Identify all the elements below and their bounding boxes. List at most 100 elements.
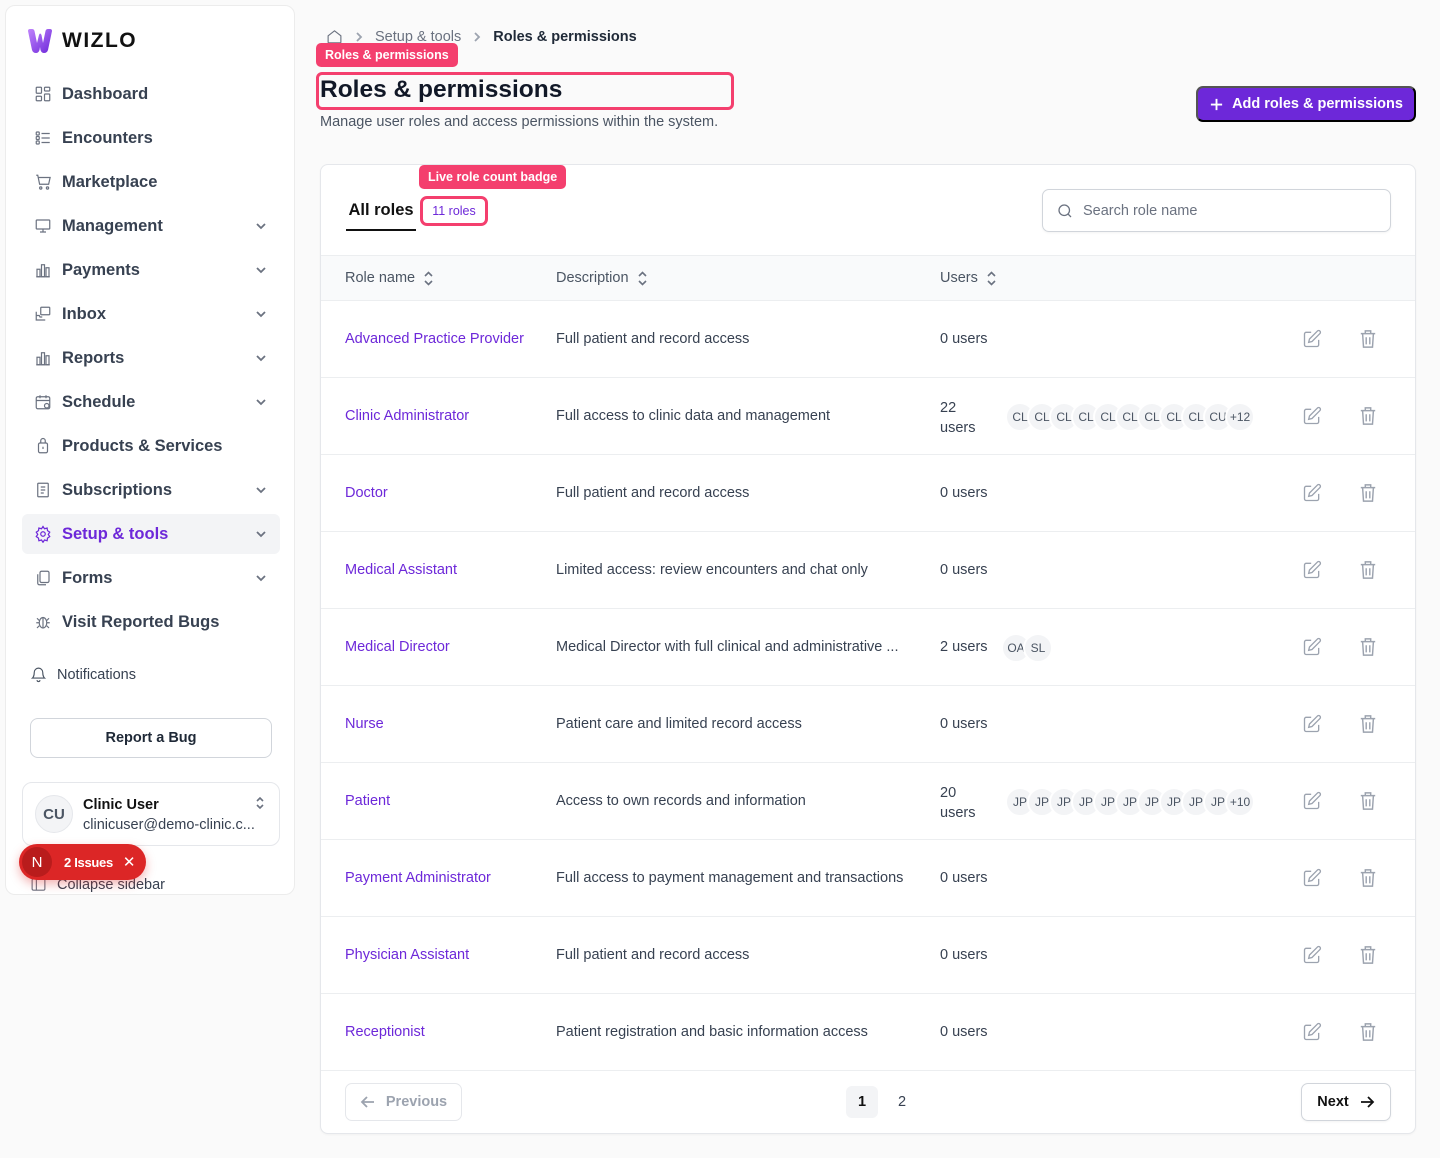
bar-chart-icon — [36, 264, 50, 278]
role-name-link[interactable]: Advanced Practice Provider — [345, 331, 524, 347]
sidebar-item-management[interactable]: Management — [22, 206, 280, 246]
role-description: Patient registration and basic informati… — [556, 1024, 868, 1040]
role-name-link[interactable]: Medical Assistant — [345, 562, 457, 578]
table-row: Medical Assistant Limited access: review … — [321, 532, 1415, 609]
role-name-link[interactable]: Nurse — [345, 716, 384, 732]
edit-icon[interactable] — [1302, 483, 1322, 503]
trash-icon[interactable] — [1359, 714, 1377, 734]
user-name: Clinic User — [83, 797, 159, 813]
close-icon[interactable]: ✕ — [123, 853, 136, 871]
sidebar-item-marketplace[interactable]: Marketplace — [22, 162, 280, 202]
notifications-link[interactable]: Notifications — [30, 666, 136, 683]
tab-all-roles[interactable]: All roles — [346, 191, 416, 231]
edit-icon[interactable] — [1302, 406, 1322, 426]
chevron-down-icon[interactable] — [254, 351, 268, 365]
sidebar-item-forms[interactable]: Forms — [22, 558, 280, 598]
trash-icon[interactable] — [1359, 868, 1377, 888]
chevron-down-icon[interactable] — [254, 483, 268, 497]
add-roles-button[interactable]: Add roles & permissions — [1196, 86, 1416, 122]
table-row: Receptionist Patient registration and bas… — [321, 994, 1415, 1071]
column-description[interactable]: Description — [556, 270, 648, 286]
bell-icon — [30, 667, 47, 683]
table-row: Clinic Administrator Full access to clini… — [321, 378, 1415, 455]
sidebar-item-encounters[interactable]: Encounters — [22, 118, 280, 158]
edit-icon[interactable] — [1302, 945, 1322, 965]
sidebar-item-inbox[interactable]: Inbox — [22, 294, 280, 334]
role-user-count: 0 users — [940, 1024, 988, 1040]
sidebar-item-label: Management — [62, 216, 163, 235]
role-user-count: 0 users — [940, 485, 988, 501]
bag-icon — [37, 437, 49, 454]
next-button[interactable]: Next — [1301, 1083, 1391, 1121]
role-description: Patient care and limited record access — [556, 716, 802, 732]
dashboard-icon — [35, 86, 51, 102]
role-name-link[interactable]: Payment Administrator — [345, 870, 491, 886]
role-name-link[interactable]: Patient — [345, 793, 390, 809]
next-label: Next — [1317, 1094, 1349, 1110]
bar-chart-icon — [36, 352, 50, 366]
report-bug-button[interactable]: Report a Bug — [30, 718, 272, 758]
role-name-link[interactable]: Medical Director — [345, 639, 450, 655]
trash-icon[interactable] — [1359, 945, 1377, 965]
chevron-down-icon[interactable] — [254, 263, 268, 277]
sidebar-item-reports[interactable]: Reports — [22, 338, 280, 378]
role-name-link[interactable]: Receptionist — [345, 1024, 425, 1040]
table-row: Medical Director Medical Director with fu… — [321, 609, 1415, 686]
chevron-down-icon[interactable] — [254, 527, 268, 541]
badge-annotation-tag: Live role count badge — [419, 165, 567, 189]
column-users[interactable]: Users — [940, 270, 997, 286]
table-row: Payment Administrator Full access to paym… — [321, 840, 1415, 917]
page-2-button[interactable]: 2 — [886, 1086, 918, 1118]
sidebar-item-subscriptions[interactable]: Subscriptions — [22, 470, 280, 510]
role-name-link[interactable]: Clinic Administrator — [345, 408, 469, 424]
sidebar-item-payments[interactable]: Payments — [22, 250, 280, 290]
edit-icon[interactable] — [1302, 791, 1322, 811]
issues-badge[interactable]: N 2 Issues ✕ — [19, 844, 146, 880]
brand-logo[interactable]: WIZLO — [26, 28, 137, 54]
trash-icon[interactable] — [1359, 791, 1377, 811]
trash-icon[interactable] — [1359, 329, 1377, 349]
notifications-label: Notifications — [57, 666, 136, 683]
search-input[interactable] — [1083, 200, 1373, 222]
edit-icon[interactable] — [1302, 560, 1322, 580]
column-role-name[interactable]: Role name — [345, 270, 434, 286]
edit-icon[interactable] — [1302, 329, 1322, 349]
sidebar-nav: Dashboard Encounters Marketplace Management… — [22, 74, 280, 646]
edit-icon[interactable] — [1302, 1022, 1322, 1042]
role-description: Full patient and record access — [556, 485, 750, 501]
trash-icon[interactable] — [1359, 1022, 1377, 1042]
sidebar-item-label: Inbox — [62, 304, 106, 323]
search-field[interactable] — [1042, 189, 1391, 232]
sidebar-item-products-services[interactable]: Products & Services — [22, 426, 280, 466]
role-description: Medical Director with full clinical and … — [556, 639, 899, 655]
user-menu[interactable]: CU Clinic User clinicuser@demo-clinic.c.… — [22, 782, 280, 846]
sidebar-item-schedule[interactable]: Schedule — [22, 382, 280, 422]
chevron-down-icon[interactable] — [254, 395, 268, 409]
role-user-count: 0 users — [940, 331, 988, 347]
trash-icon[interactable] — [1359, 560, 1377, 580]
trash-icon[interactable] — [1359, 637, 1377, 657]
sidebar-item-visit-reported-bugs[interactable]: Visit Reported Bugs — [22, 602, 280, 642]
table-row: Doctor Full patient and record access 0 us… — [321, 455, 1415, 532]
edit-icon[interactable] — [1302, 868, 1322, 888]
trash-icon[interactable] — [1359, 406, 1377, 426]
plus-icon — [1210, 98, 1223, 110]
sidebar-item-setup-tools[interactable]: Setup & tools — [22, 514, 280, 554]
sidebar-item-dashboard[interactable]: Dashboard — [22, 74, 280, 114]
role-name-link[interactable]: Physician Assistant — [345, 947, 469, 963]
trash-icon[interactable] — [1359, 483, 1377, 503]
role-name-link[interactable]: Doctor — [345, 485, 388, 501]
chevron-down-icon[interactable] — [254, 219, 268, 233]
sidebar: WIZLO Dashboard Encounters Marketplace Mana… — [5, 5, 295, 895]
calendar-icon — [35, 395, 51, 410]
sort-icon — [637, 270, 647, 286]
page-1-button[interactable]: 1 — [846, 1086, 878, 1118]
edit-icon[interactable] — [1302, 637, 1322, 657]
edit-icon[interactable] — [1302, 714, 1322, 734]
role-description: Access to own records and information — [556, 793, 806, 809]
breadcrumb-current: Roles & permissions — [493, 28, 637, 45]
chevron-down-icon[interactable] — [254, 571, 268, 585]
brand-name: WIZLO — [62, 29, 138, 52]
chevron-down-icon[interactable] — [254, 307, 268, 321]
previous-button[interactable]: Previous — [345, 1083, 462, 1121]
